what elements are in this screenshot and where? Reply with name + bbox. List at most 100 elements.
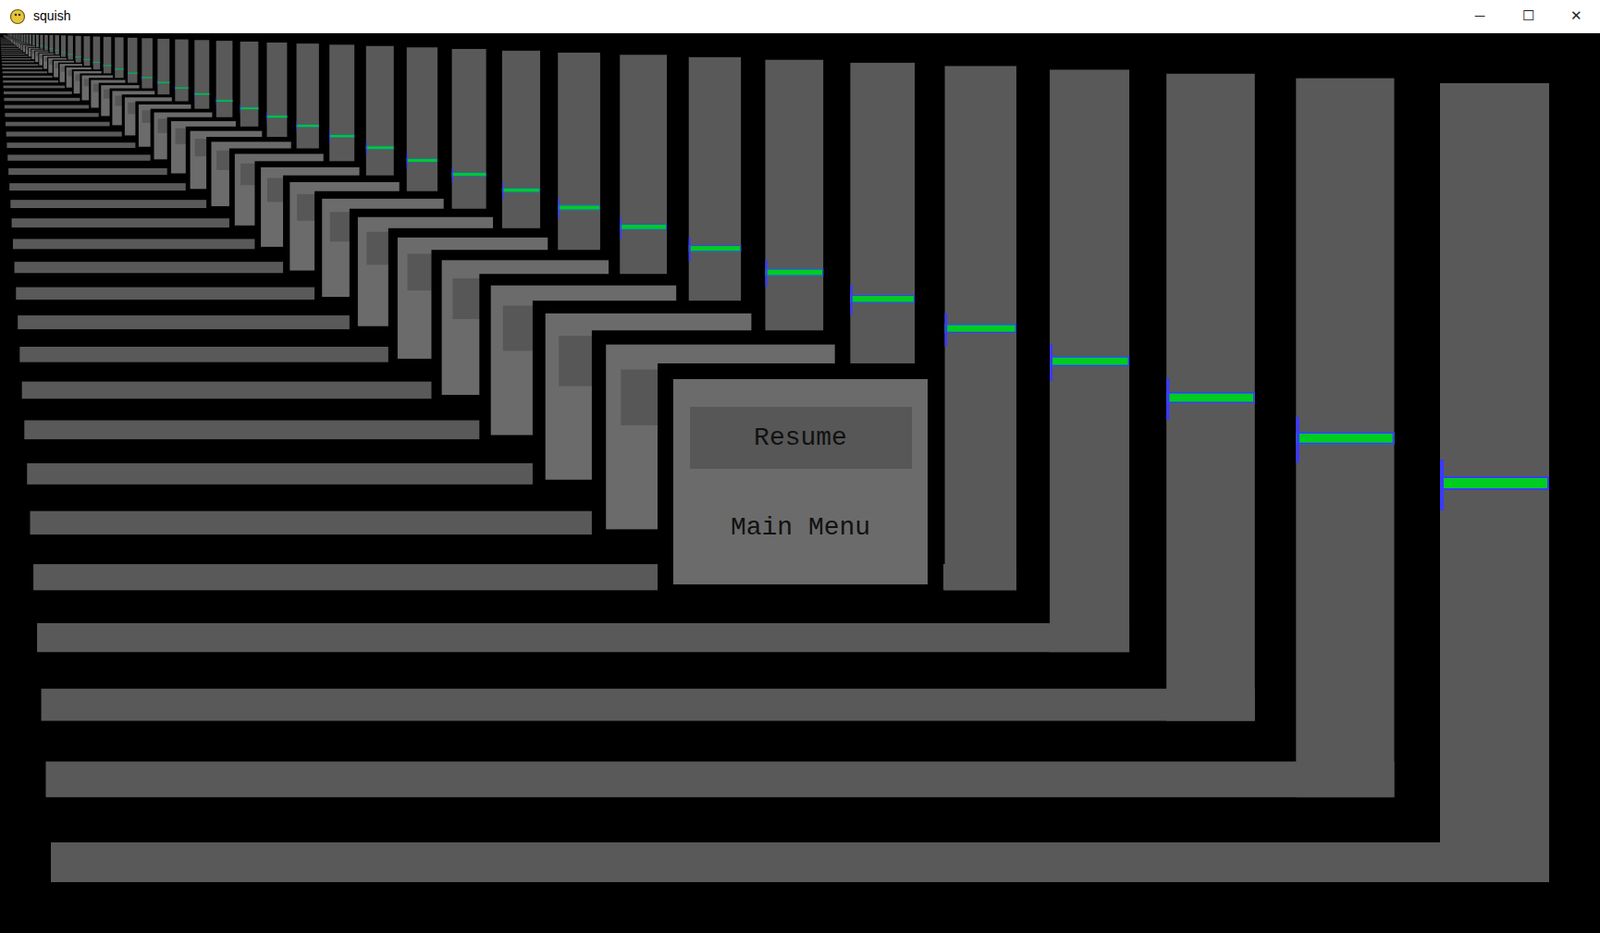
player-track <box>1440 83 1550 883</box>
marker-edge <box>24 40 25 42</box>
marker-edge <box>157 79 159 86</box>
marker-edge <box>194 90 196 98</box>
close-button[interactable]: ✕ <box>1551 0 1600 33</box>
player-marker[interactable] <box>945 323 1017 333</box>
player-marker[interactable] <box>1166 392 1256 404</box>
player-marker[interactable] <box>25 41 28 43</box>
resume-button[interactable]: Resume <box>689 406 912 469</box>
pause-menu: Resume Main Menu <box>657 363 944 601</box>
marker-edge <box>216 97 218 105</box>
floor-bar <box>41 689 1256 722</box>
marker-edge <box>114 67 116 72</box>
menu-label: Main Menu <box>730 508 871 548</box>
player-track <box>945 65 1017 591</box>
player-track <box>1049 69 1130 653</box>
player-marker[interactable] <box>329 135 355 138</box>
player-marker[interactable] <box>141 76 153 78</box>
player-marker[interactable] <box>29 42 32 44</box>
player-marker[interactable] <box>240 107 259 111</box>
marker-edge <box>36 44 37 46</box>
maximize-button[interactable]: ☐ <box>1503 0 1552 33</box>
player-track <box>1166 73 1256 722</box>
marker-edge <box>849 284 852 315</box>
marker-edge <box>49 48 50 50</box>
player-marker[interactable] <box>21 39 24 41</box>
player-marker[interactable] <box>194 93 210 96</box>
player-marker[interactable] <box>174 86 188 89</box>
player-marker[interactable] <box>502 187 541 193</box>
player-marker[interactable] <box>61 51 66 53</box>
player-marker[interactable] <box>93 61 101 63</box>
marker-edge <box>1049 344 1053 382</box>
marker-edge <box>296 121 298 132</box>
player-marker[interactable] <box>74 56 81 58</box>
marker-edge <box>689 236 691 261</box>
marker-edge <box>39 45 41 48</box>
marker-edge <box>93 61 95 65</box>
player-marker[interactable] <box>114 68 124 70</box>
marker-edge <box>366 141 368 155</box>
menu-panel: Resume Main Menu <box>673 379 928 585</box>
marker-edge <box>127 71 129 76</box>
marker-edge <box>267 111 269 122</box>
window-title: squish <box>33 6 71 26</box>
snake-icon <box>9 8 26 25</box>
marker-edge <box>619 216 622 239</box>
marker-edge <box>557 198 560 219</box>
player-marker[interactable] <box>557 205 601 211</box>
marker-edge <box>945 312 948 346</box>
player-marker[interactable] <box>103 64 111 66</box>
marker-edge <box>502 182 504 200</box>
marker-edge <box>21 39 23 41</box>
marker-edge <box>19 38 21 40</box>
player-track <box>1295 78 1394 799</box>
player-marker[interactable] <box>39 45 43 47</box>
player-marker[interactable] <box>849 295 915 304</box>
player-marker[interactable] <box>452 172 487 177</box>
marker-edge <box>25 40 27 42</box>
marker-edge <box>240 104 242 113</box>
player-marker[interactable] <box>32 43 36 45</box>
marker-edge <box>141 74 143 80</box>
player-marker[interactable] <box>296 124 320 128</box>
floor-bar <box>36 623 1130 653</box>
player-marker[interactable] <box>366 146 394 150</box>
marker-edge <box>84 58 86 62</box>
player-marker[interactable] <box>67 54 74 56</box>
floor-bar <box>50 842 1550 883</box>
marker-edge <box>452 167 454 184</box>
game-canvas[interactable]: Resume Main Menu <box>0 33 1600 933</box>
title-bar: squish ─☐✕ <box>0 0 1600 34</box>
game-frame: Resume Main Menu <box>0 33 1600 933</box>
marker-edge <box>44 46 46 49</box>
player-marker[interactable] <box>84 59 91 61</box>
player-marker[interactable] <box>157 81 170 84</box>
marker-edge <box>15 37 17 39</box>
marker-edge <box>61 51 62 54</box>
player-marker[interactable] <box>44 47 49 49</box>
menu-label: Resume <box>753 418 848 458</box>
marker-edge <box>103 63 105 68</box>
player-marker[interactable] <box>619 223 667 230</box>
window-controls: ─☐✕ <box>1455 0 1600 33</box>
marker-edge <box>1440 459 1444 511</box>
main-menu-button[interactable]: Main Menu <box>689 496 912 559</box>
player-marker[interactable] <box>267 115 288 119</box>
player-marker[interactable] <box>1440 476 1550 491</box>
player-marker[interactable] <box>1295 431 1394 445</box>
marker-edge <box>67 53 69 57</box>
marker-edge <box>54 49 56 52</box>
marker-edge <box>1295 417 1300 464</box>
player-marker[interactable] <box>216 99 234 102</box>
player-marker[interactable] <box>49 48 53 50</box>
floor-bar <box>46 762 1395 799</box>
player-marker[interactable] <box>36 44 39 46</box>
minimize-button[interactable]: ─ <box>1455 0 1504 33</box>
player-marker[interactable] <box>406 158 438 162</box>
player-marker[interactable] <box>127 72 137 74</box>
player-marker[interactable] <box>24 40 26 42</box>
player-marker[interactable] <box>689 245 741 252</box>
player-marker[interactable] <box>764 269 824 277</box>
player-marker[interactable] <box>1049 356 1130 367</box>
player-marker[interactable] <box>54 49 60 51</box>
